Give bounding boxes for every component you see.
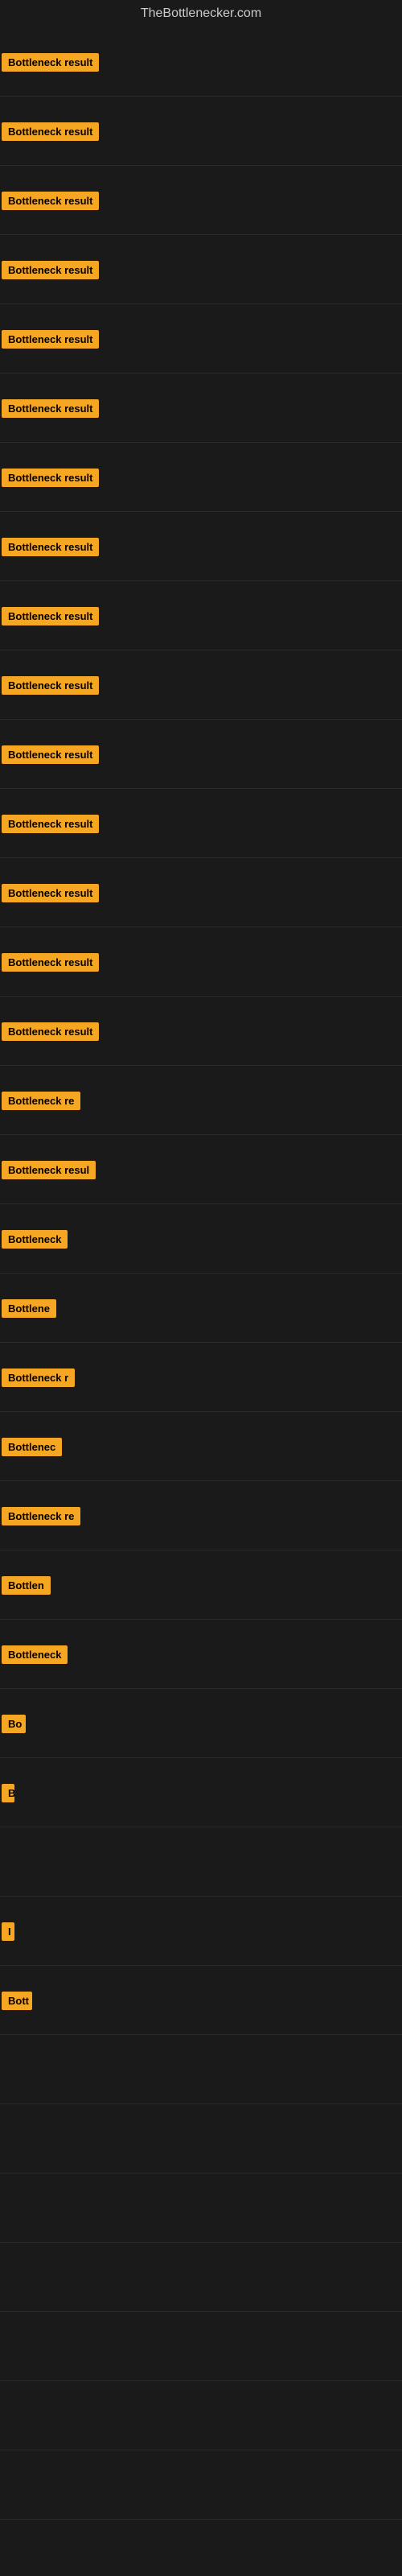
list-item: Bottlenec — [0, 1412, 402, 1481]
bottleneck-result-label: Bottleneck result — [2, 815, 99, 833]
bottleneck-result-label: Bottleneck result — [2, 607, 99, 625]
bottleneck-result-label: Bo — [2, 1715, 26, 1733]
list-item — [0, 2104, 402, 2174]
list-item — [0, 2035, 402, 2104]
bottleneck-result-label: Bottleneck — [2, 1230, 68, 1249]
bottleneck-result-label: Bottleneck result — [2, 330, 99, 349]
bottleneck-result-label: Bottleneck re — [2, 1507, 80, 1525]
bottleneck-result-label: Bottleneck result — [2, 261, 99, 279]
list-item: Bottleneck result — [0, 374, 402, 443]
list-item: Bottlene — [0, 1274, 402, 1343]
list-item: Bottleneck re — [0, 1481, 402, 1550]
bottleneck-result-label: Bottlen — [2, 1576, 51, 1595]
bottleneck-result-label: Bottlene — [2, 1299, 56, 1318]
list-item: Bottleneck result — [0, 789, 402, 858]
bottleneck-result-label: Bottleneck result — [2, 953, 99, 972]
list-item: Bottleneck result — [0, 720, 402, 789]
bottleneck-result-label: Bottleneck result — [2, 469, 99, 487]
bottleneck-result-label: Bottleneck result — [2, 53, 99, 72]
list-item: I — [0, 1897, 402, 1966]
list-item — [0, 2450, 402, 2520]
list-item: Bottleneck result — [0, 858, 402, 927]
list-item: Bottleneck result — [0, 166, 402, 235]
bottleneck-result-label: Bottleneck result — [2, 884, 99, 902]
site-title-text: TheBottlenecker.com — [141, 6, 261, 20]
bottleneck-result-label: Bottleneck r — [2, 1368, 75, 1387]
bottleneck-result-label: Bottleneck resul — [2, 1161, 96, 1179]
site-title: TheBottlenecker.com — [0, 0, 402, 27]
bottleneck-result-label: Bottleneck re — [2, 1092, 80, 1110]
list-item: Bottlen — [0, 1550, 402, 1620]
list-item: Bottleneck resul — [0, 1135, 402, 1204]
bottleneck-result-label: Bottleneck result — [2, 122, 99, 141]
list-item: Bottleneck result — [0, 443, 402, 512]
list-item: Bottleneck result — [0, 27, 402, 97]
bottleneck-result-label: B — [2, 1784, 14, 1802]
bottleneck-result-label: Bottleneck result — [2, 745, 99, 764]
bottleneck-result-label: Bottleneck result — [2, 1022, 99, 1041]
list-item: Bottleneck — [0, 1204, 402, 1274]
list-item: Bott — [0, 1966, 402, 2035]
bottleneck-result-label: Bottleneck result — [2, 399, 99, 418]
list-item: Bottleneck result — [0, 235, 402, 304]
list-item: Bottleneck result — [0, 581, 402, 650]
list-item: Bottleneck re — [0, 1066, 402, 1135]
list-item: Bottleneck result — [0, 927, 402, 997]
list-item: Bottleneck — [0, 1620, 402, 1689]
bottleneck-result-label: Bottleneck — [2, 1645, 68, 1664]
list-item: Bottleneck result — [0, 512, 402, 581]
list-item — [0, 1827, 402, 1897]
bottleneck-result-label: I — [2, 1922, 14, 1941]
list-item: Bottleneck result — [0, 997, 402, 1066]
list-item — [0, 2312, 402, 2381]
bottleneck-result-label: Bottleneck result — [2, 676, 99, 695]
list-item: B — [0, 1758, 402, 1827]
bottleneck-result-label: Bott — [2, 1992, 32, 2010]
list-item: Bottleneck result — [0, 97, 402, 166]
rows-container: Bottleneck result Bottleneck result Bottle… — [0, 27, 402, 2520]
bottleneck-result-label: Bottleneck result — [2, 192, 99, 210]
list-item: Bo — [0, 1689, 402, 1758]
list-item — [0, 2174, 402, 2243]
bottleneck-result-label: Bottlenec — [2, 1438, 62, 1456]
list-item — [0, 2243, 402, 2312]
list-item: Bottleneck result — [0, 304, 402, 374]
list-item: Bottleneck result — [0, 650, 402, 720]
list-item: Bottleneck r — [0, 1343, 402, 1412]
list-item — [0, 2381, 402, 2450]
bottleneck-result-label: Bottleneck result — [2, 538, 99, 556]
